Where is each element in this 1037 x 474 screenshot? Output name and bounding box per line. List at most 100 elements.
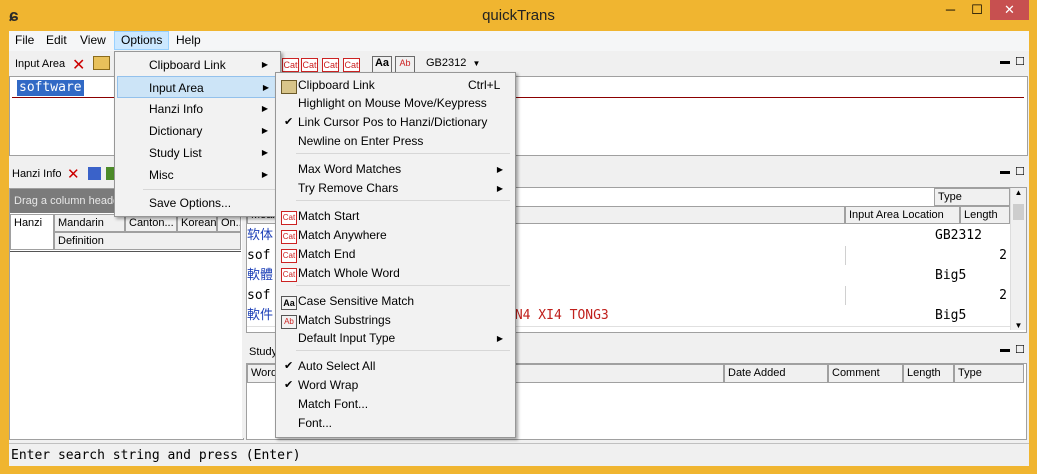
chevron-right-icon: ▶ [261, 60, 268, 69]
window-border-bottom [0, 466, 1037, 474]
match-end-icon[interactable]: Cat [322, 58, 339, 72]
case-sensitive-icon: Aa [281, 296, 297, 310]
menu-help[interactable]: Help [170, 31, 207, 50]
open-folder-icon[interactable] [93, 56, 110, 70]
chevron-right-icon: ▶ [496, 184, 503, 193]
submenu-match-whole-word[interactable]: Match Whole Word Cat [278, 264, 511, 283]
opt-dictionary[interactable]: Dictionary ▶ [117, 120, 276, 142]
study-col-date[interactable]: Date Added [724, 364, 828, 383]
opt-save-options[interactable]: Save Options... [117, 192, 276, 214]
submenu-font[interactable]: Font... [278, 414, 511, 433]
submenu-match-substrings[interactable]: Match Substrings Ab [278, 311, 511, 330]
chevron-right-icon: ▶ [261, 126, 268, 135]
hanzi-divider [10, 251, 241, 252]
submenu-default-input-type[interactable]: Default Input Type ▶ [278, 329, 511, 348]
cell-pinyin: AN4 XI4 TONG3 [507, 308, 609, 323]
scroll-up-icon[interactable]: ▲ [1011, 188, 1026, 202]
input-text[interactable]: software [17, 80, 84, 96]
clipboard-icon [281, 80, 297, 94]
submenu-auto-select-all[interactable]: Auto Select All ✔ [278, 357, 511, 376]
maximize-button[interactable]: ☐ [964, 0, 990, 20]
minimize-button[interactable]: ─ [937, 0, 964, 20]
match-whole-icon[interactable]: Cat [343, 58, 360, 72]
opt-clipboard-link[interactable]: Clipboard Link ▶ [117, 54, 276, 76]
encoding-select[interactable]: GB2312 ▼ [421, 55, 481, 72]
menu-separator [296, 350, 510, 351]
chevron-right-icon: ▶ [496, 165, 503, 174]
submenu-try-remove-chars[interactable]: Try Remove Chars ▶ [278, 179, 511, 198]
menu-separator [296, 285, 510, 286]
window-border-right [1029, 31, 1037, 474]
options-menu: Clipboard Link ▶ Input Area ▶ Hanzi Info ▶ … [114, 51, 281, 217]
match-anywhere-icon[interactable]: Cat [301, 58, 318, 72]
close-icon: ✕ [1004, 2, 1015, 17]
status-text: Enter search string and press (Enter) [11, 448, 301, 463]
menu-file[interactable]: File [9, 31, 40, 50]
study-pin-icon[interactable]: ▬ [1000, 344, 1010, 355]
col-definition[interactable]: Definition [54, 232, 241, 250]
cell-pinyin [507, 246, 837, 265]
chevron-right-icon: ▶ [261, 170, 268, 179]
window-border-left [0, 31, 9, 474]
submenu-clipboard-link[interactable]: Clipboard Link Ctrl+L [278, 76, 511, 95]
minimize-icon: ─ [945, 2, 956, 17]
cell-length [965, 266, 1007, 285]
pane-float-icon[interactable]: ☐ [1015, 55, 1025, 68]
hanzi-copy-icon[interactable] [88, 167, 101, 180]
menu-separator [296, 153, 510, 154]
opt-hanzi-info[interactable]: Hanzi Info ▶ [117, 98, 276, 120]
study-col-length[interactable]: Length [903, 364, 954, 383]
cat-match-icon: Cat [281, 230, 297, 244]
dict-scrollbar[interactable]: ▲ ▼ [1010, 188, 1026, 330]
opt-study-list[interactable]: Study List ▶ [117, 142, 276, 164]
submenu-link-cursor-pos[interactable]: Link Cursor Pos to Hanzi/Dictionary ✔ [278, 113, 511, 132]
match-start-icon[interactable]: Cat [282, 58, 299, 72]
col-hanzi[interactable]: Hanzi [10, 214, 54, 250]
dict-col-length[interactable]: Length [960, 206, 1010, 224]
menu-view[interactable]: View [74, 31, 112, 50]
dict-float-icon[interactable]: ☐ [1015, 165, 1025, 178]
chevron-right-icon: ▶ [261, 148, 268, 157]
dict-pin-icon[interactable]: ▬ [1000, 166, 1010, 177]
input-area-submenu: Clipboard Link Ctrl+L Highlight on Mouse M… [275, 72, 516, 438]
opt-input-area[interactable]: Input Area ▶ [117, 76, 278, 98]
submenu-match-font[interactable]: Match Font... [278, 395, 511, 414]
pane-pin-icon[interactable]: ▬ [1000, 56, 1010, 67]
cat-match-icon: Cat [281, 268, 297, 282]
submenu-match-end[interactable]: Match End Cat [278, 245, 511, 264]
submenu-newline-on-enter[interactable]: Newline on Enter Press [278, 132, 511, 151]
submenu-highlight-on-move[interactable]: Highlight on Mouse Move/Keypress [278, 94, 511, 113]
submenu-word-wrap[interactable]: Word Wrap ✔ [278, 376, 511, 395]
submenu-max-word-matches[interactable]: Max Word Matches ▶ [278, 160, 511, 179]
checkmark-icon: ✔ [284, 379, 294, 391]
submenu-case-sensitive-match[interactable]: Case Sensitive Match Aa [278, 292, 511, 311]
cell-length [965, 226, 1007, 245]
chevron-right-icon: ▶ [262, 83, 269, 92]
menu-separator [143, 189, 276, 190]
submenu-match-anywhere[interactable]: Match Anywhere Cat [278, 226, 511, 245]
menu-options[interactable]: Options [114, 31, 170, 50]
submenu-match-start[interactable]: Match Start Cat [278, 207, 511, 226]
dict-col-location[interactable]: Input Area Location [845, 206, 960, 224]
menu-edit[interactable]: Edit [40, 31, 73, 50]
encoding-value: GB2312 [426, 57, 467, 69]
location-cell [845, 246, 1008, 265]
window-title: quickTrans [482, 7, 555, 24]
study-col-type[interactable]: Type [954, 364, 1024, 383]
scroll-down-icon[interactable]: ▼ [1011, 321, 1026, 330]
hanzi-clear-icon[interactable]: ✕ [67, 165, 80, 183]
opt-misc[interactable]: Misc ▶ [117, 164, 276, 186]
dict-col-type-top[interactable]: Type [934, 188, 1010, 206]
scroll-thumb[interactable] [1013, 204, 1024, 220]
close-button[interactable]: ✕ [990, 0, 1029, 20]
hanzi-info-label: Hanzi Info [12, 168, 62, 180]
clear-icon[interactable]: ✕ [72, 55, 85, 75]
study-col-comment[interactable]: Comment [828, 364, 903, 383]
location-cell [845, 286, 1008, 305]
checkmark-icon: ✔ [284, 360, 294, 372]
cell-pinyin [507, 286, 837, 305]
substring-icon: Ab [281, 315, 297, 329]
checkmark-icon: ✔ [284, 116, 294, 128]
study-float-icon[interactable]: ☐ [1015, 343, 1025, 356]
shortcut-label: Ctrl+L [468, 78, 501, 92]
